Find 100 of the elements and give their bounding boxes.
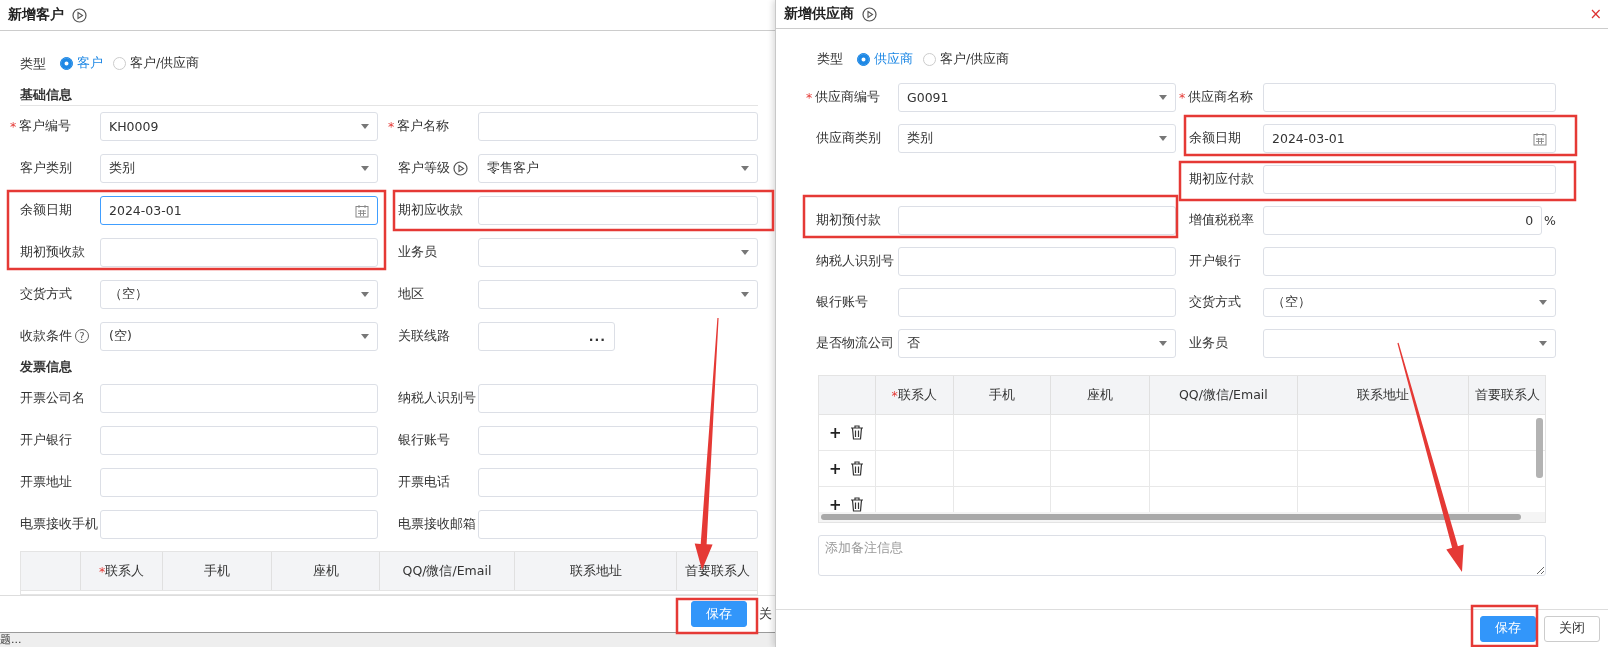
- percent-sign: %: [1544, 213, 1556, 228]
- add-row-button[interactable]: +: [829, 495, 842, 512]
- input-field[interactable]: [100, 425, 378, 455]
- close-button[interactable]: ×: [1589, 5, 1602, 23]
- add-row-button[interactable]: +: [829, 423, 842, 442]
- date-field[interactable]: 2024-03-01: [1263, 124, 1556, 153]
- field-value: 2024-03-01: [109, 203, 182, 219]
- column-header: 联系人: [105, 562, 145, 580]
- caret-icon: [361, 166, 369, 172]
- input-field[interactable]: [1263, 165, 1556, 194]
- caret-icon: [1159, 341, 1167, 346]
- field-label: 关联线路: [398, 327, 450, 345]
- trash-icon[interactable]: [849, 461, 864, 476]
- remark-field[interactable]: 添加备注信息: [818, 535, 1546, 576]
- field-label: 银行账号: [816, 294, 868, 311]
- scrollbar-thumb[interactable]: [821, 514, 1521, 520]
- select-field[interactable]: 零售客户: [478, 154, 758, 184]
- field-label: 开票地址: [20, 473, 72, 491]
- field-value: 否: [907, 335, 920, 352]
- radio-option[interactable]: 供应商: [857, 50, 913, 68]
- column-header: 座机: [1050, 376, 1150, 414]
- select-field[interactable]: [1263, 329, 1556, 358]
- field-value: 类别: [109, 160, 135, 178]
- column-header: 手机: [162, 552, 271, 590]
- required-mark: *: [1179, 90, 1186, 105]
- input-field[interactable]: [1263, 247, 1556, 276]
- column-header: QQ/微信/Email: [379, 552, 514, 590]
- select-field[interactable]: 否: [898, 329, 1176, 358]
- radio-option[interactable]: 客户: [60, 55, 103, 73]
- select-field[interactable]: KH0009: [100, 112, 378, 142]
- input-field[interactable]: [100, 383, 378, 413]
- field-value: 2024-03-01: [1272, 131, 1345, 146]
- caret-icon: [741, 166, 749, 172]
- input-field[interactable]: [478, 425, 758, 455]
- column-header: QQ/微信/Email: [1149, 376, 1297, 414]
- field-label: 期初预收款: [20, 244, 85, 262]
- highlight-box: [1470, 604, 1539, 647]
- input-field[interactable]: [478, 112, 758, 142]
- calendar-icon: [355, 203, 369, 218]
- date-field[interactable]: 2024-03-01: [100, 196, 378, 226]
- input-field[interactable]: [100, 467, 378, 497]
- caret-icon: [1159, 136, 1167, 141]
- input-field[interactable]: [898, 206, 1176, 235]
- trash-icon[interactable]: [849, 497, 864, 512]
- radio-option[interactable]: 客户/供应商: [113, 55, 200, 73]
- field-label: 业务员: [398, 244, 437, 262]
- input-field[interactable]: [478, 383, 758, 413]
- select-field[interactable]: (空): [100, 321, 378, 351]
- section-title: 基础信息: [20, 84, 758, 106]
- field-label: 银行账号: [398, 431, 450, 449]
- field-label: 电票接收手机: [20, 515, 98, 533]
- field-label: 增值税税率: [1189, 212, 1254, 229]
- field-value: 零售客户: [487, 160, 539, 178]
- caret-icon: [1539, 300, 1547, 305]
- input-field[interactable]: [478, 467, 758, 497]
- caret-icon: [741, 250, 749, 256]
- select-field[interactable]: 类别: [898, 124, 1176, 153]
- input-field[interactable]: [100, 238, 378, 268]
- field-label: 客户名称: [397, 118, 450, 136]
- select-field[interactable]: （空）: [1263, 288, 1556, 317]
- field-label: 是否物流公司: [816, 335, 894, 352]
- caret-icon: [361, 292, 369, 297]
- field-label: 类型: [20, 54, 46, 73]
- select-field[interactable]: G0091: [898, 83, 1176, 112]
- select-field[interactable]: 类别: [100, 154, 378, 184]
- field-value: （空）: [1272, 294, 1311, 311]
- field-label: 期初预付款: [816, 212, 881, 229]
- select-field[interactable]: [478, 280, 758, 309]
- field-value: 类别: [907, 130, 933, 147]
- field-label: 客户类别: [20, 160, 72, 178]
- scrollbar-thumb[interactable]: [1536, 418, 1543, 478]
- input-field[interactable]: [1263, 83, 1556, 112]
- section-title: 发票信息: [20, 358, 73, 377]
- add-row-button[interactable]: +: [829, 459, 842, 478]
- field-label: 纳税人识别号: [816, 253, 894, 270]
- field-value: G0091: [907, 90, 949, 105]
- picker-field[interactable]: ...: [478, 321, 615, 351]
- input-field[interactable]: [898, 288, 1176, 317]
- column-header: 联系人: [897, 386, 937, 404]
- field-label: 余额日期: [20, 202, 72, 220]
- dialog-title: 新增供应商: [784, 5, 854, 23]
- field-label: 收款条件: [20, 327, 72, 345]
- field-label: 交货方式: [1189, 294, 1241, 311]
- caret-icon: [1159, 95, 1167, 100]
- input-field[interactable]: [478, 196, 758, 226]
- dialog-title: 新增客户: [8, 6, 64, 24]
- input-field[interactable]: [478, 509, 758, 539]
- trash-icon[interactable]: [849, 425, 864, 440]
- select-field[interactable]: （空）: [100, 280, 378, 309]
- input-field[interactable]: 0: [1263, 206, 1543, 235]
- field-label: 电票接收邮箱: [398, 515, 476, 533]
- select-field[interactable]: [478, 238, 758, 268]
- close-button[interactable]: 关闭: [1544, 615, 1600, 642]
- column-header: 手机: [952, 376, 1051, 414]
- input-field[interactable]: [898, 247, 1176, 276]
- calendar-icon: [1533, 131, 1547, 146]
- radio-option[interactable]: 客户/供应商: [923, 50, 1010, 68]
- input-field[interactable]: [100, 509, 378, 539]
- field-label: 类型: [817, 50, 843, 68]
- field-label: 纳税人识别号: [398, 389, 476, 407]
